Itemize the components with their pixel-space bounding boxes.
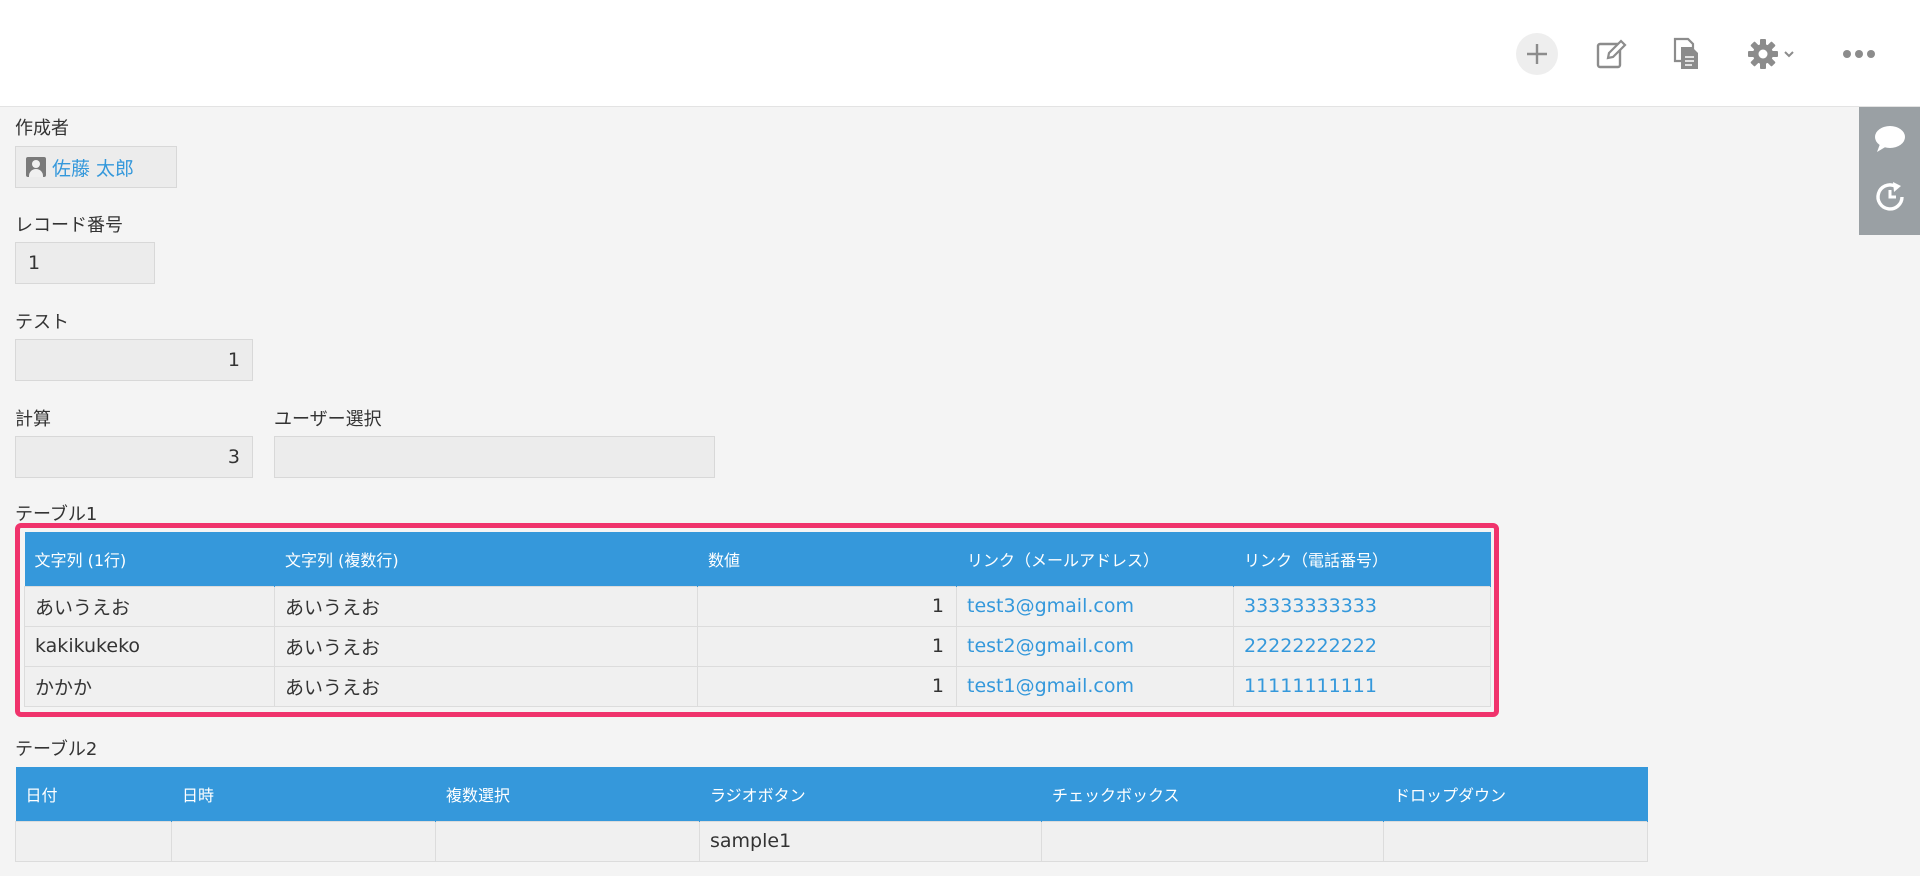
table2-header-row: 日付 日時 複数選択 ラジオボタン チェックボックス ドロップダウン [15,767,1648,821]
table2-col-header: 日付 [15,767,172,821]
creator-user-chip[interactable]: 佐藤 太郎 [16,154,134,181]
user-avatar-icon [26,157,46,177]
comment-icon [1874,126,1905,152]
creator-field: 佐藤 太郎 [15,146,177,188]
table-cell [15,820,172,862]
table-cell: sample1 [699,820,1042,862]
creator-label: 作成者 [15,118,69,139]
creator-name[interactable]: 佐藤 太郎 [52,154,134,181]
history-button[interactable] [1873,180,1907,218]
add-record-button[interactable] [1516,33,1558,75]
chevron-down-icon [1784,51,1794,58]
record-toolbar [0,0,1920,107]
copy-record-icon [1673,37,1698,69]
edit-icon [1596,39,1627,69]
table2-col-header: ラジオボタン [699,767,1042,821]
table-row: sample1 [15,820,1648,862]
table-cell [1041,820,1384,862]
table-cell [171,820,436,862]
table2-col-header: 複数選択 [435,767,700,821]
calc-label: 計算 [15,409,51,430]
table2: 日付 日時 複数選択 ラジオボタン チェックボックス ドロップダウン sampl… [15,767,1648,862]
record-number-field: 1 [15,242,155,284]
more-icon [1843,50,1875,58]
table-cell [435,820,700,862]
history-icon [1875,182,1904,211]
table2-col-header: ドロップダウン [1383,767,1648,821]
side-panel [1859,107,1920,235]
table2-col-header: チェックボックス [1041,767,1384,821]
user-select-field [274,436,715,478]
comments-button[interactable] [1873,124,1907,158]
test-field: 1 [15,339,253,381]
user-select-label: ユーザー選択 [274,409,382,430]
record-number-label: レコード番号 [15,215,123,236]
duplicate-record-button[interactable] [1665,33,1707,75]
test-label: テスト [15,312,69,333]
calc-field: 3 [15,436,253,478]
table2-col-header: 日時 [171,767,436,821]
table-cell [1383,820,1648,862]
plus-icon [1527,44,1547,64]
app-settings-button[interactable] [1740,33,1802,75]
gear-icon [1748,39,1778,69]
edit-record-button[interactable] [1590,33,1632,75]
more-options-button[interactable] [1838,33,1880,75]
highlight-frame [15,523,1499,717]
table2-label: テーブル2 [15,739,98,760]
